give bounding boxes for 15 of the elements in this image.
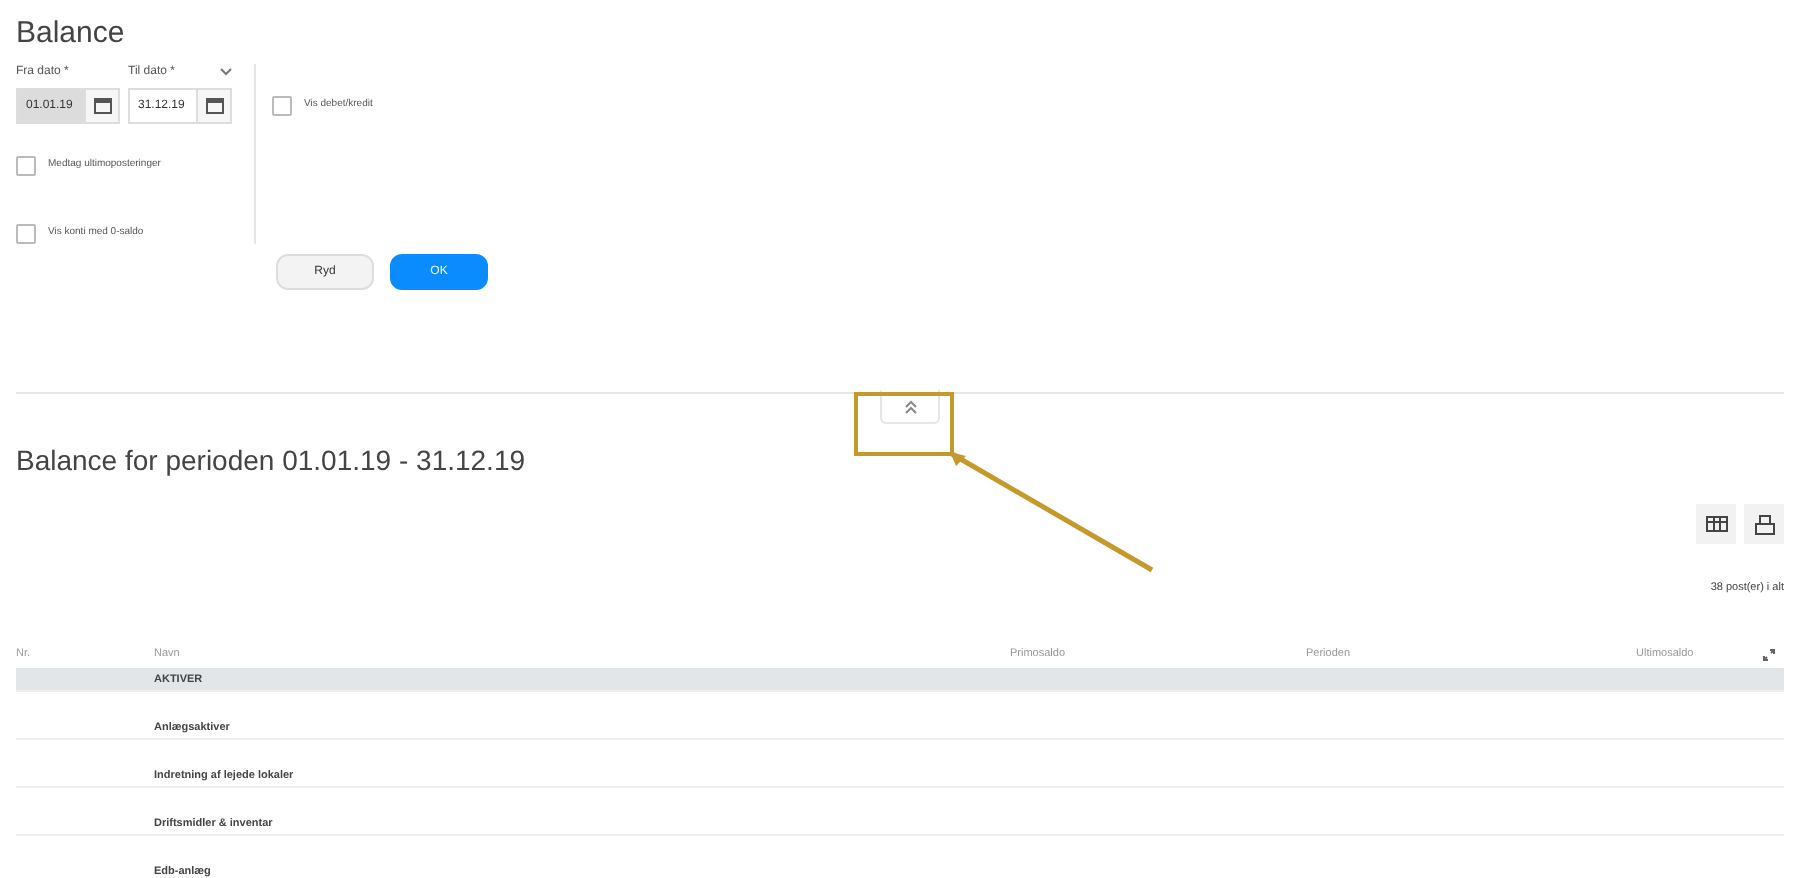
double-chevron-up-icon <box>903 399 917 413</box>
checkbox[interactable] <box>272 96 292 116</box>
calendar-icon[interactable] <box>196 88 232 124</box>
page-title: Balance <box>16 16 127 52</box>
checkbox[interactable] <box>16 156 36 176</box>
table-icon <box>1705 516 1727 532</box>
calendar-icon[interactable] <box>84 88 120 124</box>
result-title: Balance for perioden 01.01.19 - 31.12.19 <box>16 442 526 478</box>
column-settings-button[interactable] <box>1696 504 1736 544</box>
printer-icon <box>1753 513 1775 535</box>
checkbox[interactable] <box>16 224 36 244</box>
expand-icon[interactable] <box>1762 647 1776 662</box>
highlight-box <box>854 392 954 456</box>
print-button[interactable] <box>1744 504 1784 544</box>
chevron-down-icon[interactable] <box>220 68 232 76</box>
